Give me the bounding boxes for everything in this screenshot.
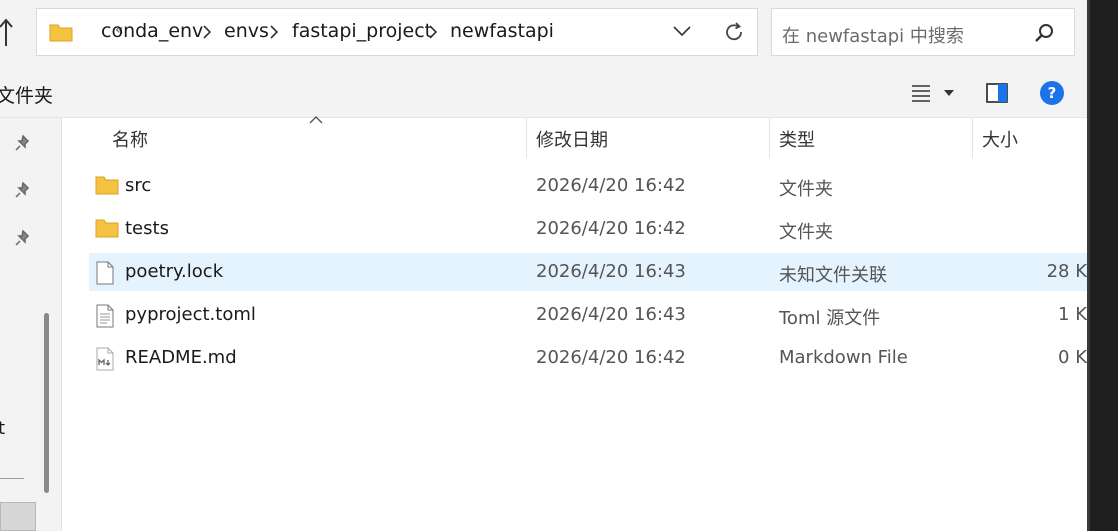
pin-icon[interactable]	[14, 134, 32, 152]
file-row-tests[interactable]: tests 2026/4/20 16:42 文件夹	[89, 210, 1087, 248]
adjacent-window-edge	[1087, 0, 1118, 531]
pin-icon[interactable]	[14, 229, 32, 247]
file-date: 2026/4/20 16:42	[536, 175, 686, 196]
window-border	[1087, 0, 1090, 531]
search-placeholder: 在 newfastapi 中搜索	[782, 26, 964, 47]
folder-icon	[95, 219, 119, 238]
preview-pane-icon[interactable]	[986, 83, 1008, 103]
file-date: 2026/4/20 16:43	[536, 261, 686, 282]
nav-item-partial-block[interactable]	[0, 502, 36, 531]
folder-icon	[95, 176, 119, 195]
breadcrumb-conda-env[interactable]: conda_env	[101, 20, 203, 42]
breadcrumb-fastapi-project[interactable]: fastapi_project	[292, 20, 432, 42]
column-header-size[interactable]: 大小	[982, 126, 1018, 152]
pin-icon[interactable]	[14, 181, 32, 199]
file-size: 0 K	[1058, 347, 1087, 368]
column-divider[interactable]	[769, 118, 770, 158]
new-folder-button[interactable]: 文件夹	[0, 81, 53, 108]
search-icon[interactable]	[1034, 23, 1054, 43]
view-options-icon[interactable]	[911, 84, 931, 102]
chevron-down-icon[interactable]	[673, 25, 691, 37]
file-type: Toml 源文件	[779, 308, 881, 329]
column-header-date-modified[interactable]: 修改日期	[536, 126, 608, 152]
column-divider[interactable]	[526, 118, 527, 158]
file-type: 文件夹	[779, 222, 833, 243]
file-row-readme-md[interactable]: README.md 2026/4/20 16:42 Markdown File …	[89, 339, 1087, 377]
file-type: 文件夹	[779, 179, 833, 200]
file-name[interactable]: tests	[125, 218, 169, 239]
search-input[interactable]: 在 newfastapi 中搜索	[771, 8, 1075, 56]
markdown-file-icon	[96, 347, 114, 371]
folder-icon	[49, 24, 73, 42]
chevron-right-icon[interactable]	[429, 25, 437, 39]
file-icon	[96, 261, 114, 285]
file-name[interactable]: pyproject.toml	[125, 304, 256, 325]
file-size: 1 K	[1058, 304, 1087, 325]
file-type: Markdown File	[779, 347, 908, 368]
chevron-right-icon[interactable]	[270, 25, 278, 39]
file-name[interactable]: src	[125, 175, 151, 196]
chevron-right-icon[interactable]	[203, 25, 211, 39]
navigation-pane: t	[0, 118, 62, 531]
column-divider[interactable]	[972, 118, 973, 158]
file-row-pyproject-toml[interactable]: pyproject.toml 2026/4/20 16:43 Toml 源文件 …	[89, 296, 1087, 334]
file-row-poetry-lock[interactable]: poetry.lock 2026/4/20 16:43 未知文件关联 28 K	[89, 253, 1087, 291]
svg-text:?: ?	[1048, 84, 1057, 102]
refresh-icon[interactable]	[723, 21, 745, 43]
navigation-scrollbar[interactable]	[44, 313, 49, 493]
address-bar[interactable]: « conda_env envs fastapi_project newfast…	[36, 8, 758, 56]
file-row-src[interactable]: src 2026/4/20 16:42 文件夹	[89, 167, 1087, 205]
sort-ascending-icon	[309, 116, 323, 124]
file-date: 2026/4/20 16:43	[536, 304, 686, 325]
breadcrumb-envs[interactable]: envs	[224, 20, 269, 42]
caret-down-icon[interactable]	[944, 90, 954, 96]
command-bar: 文件夹 ?	[0, 70, 1087, 118]
breadcrumb-newfastapi[interactable]: newfastapi	[450, 20, 554, 42]
column-header-type[interactable]: 类型	[779, 126, 815, 152]
file-date: 2026/4/20 16:42	[536, 218, 686, 239]
column-header-name[interactable]: 名称	[112, 126, 148, 152]
file-size: 28 K	[1046, 261, 1087, 282]
file-name[interactable]: poetry.lock	[125, 261, 223, 282]
title-address-area: « conda_env envs fastapi_project newfast…	[0, 0, 1087, 70]
up-arrow-icon[interactable]	[0, 14, 20, 50]
file-name[interactable]: README.md	[125, 347, 237, 368]
file-type: 未知文件关联	[779, 265, 887, 286]
file-date: 2026/4/20 16:42	[536, 347, 686, 368]
text-file-icon	[96, 304, 114, 328]
help-icon[interactable]: ?	[1040, 81, 1064, 105]
nav-item-partial[interactable]: t	[0, 418, 5, 439]
nav-divider	[0, 478, 24, 479]
file-list: 名称 修改日期 类型 大小 src 2026/4/20 16:42 文件夹 te…	[62, 116, 1087, 531]
